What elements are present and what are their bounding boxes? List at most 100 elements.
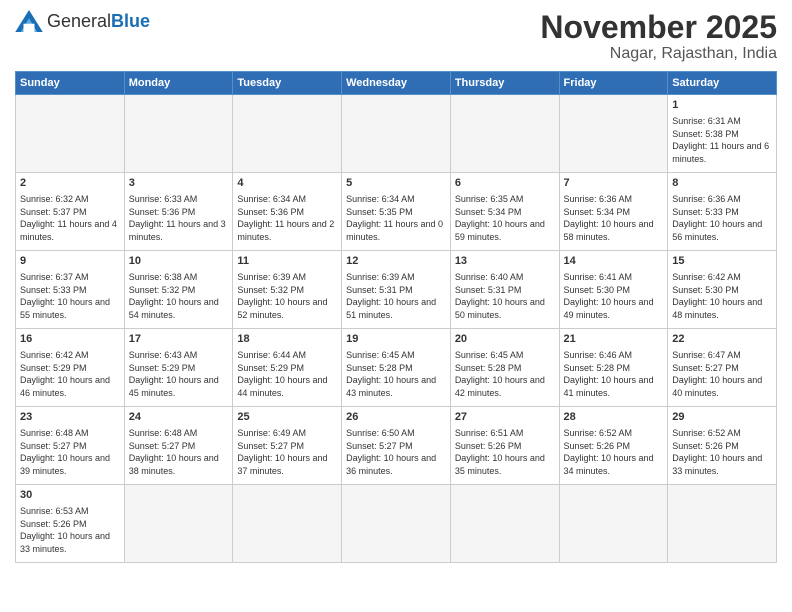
day-cell [450, 485, 559, 563]
day-info: Sunrise: 6:31 AM Sunset: 5:38 PM Dayligh… [672, 115, 772, 165]
day-number: 12 [346, 254, 446, 269]
day-cell: 5 Sunrise: 6:34 AM Sunset: 5:35 PM Daylig… [342, 173, 451, 251]
page: GeneralBlue November 2025 Nagar, Rajasth… [0, 0, 792, 612]
day-number: 9 [20, 254, 120, 269]
day-info: Sunrise: 6:52 AM Sunset: 5:26 PM Dayligh… [564, 427, 664, 477]
week-row-5: 30Sunrise: 6:53 AM Sunset: 5:26 PM Dayli… [16, 485, 777, 563]
day-cell: 7Sunrise: 6:36 AM Sunset: 5:34 PM Daylig… [559, 173, 668, 251]
day-info: Sunrise: 6:46 AM Sunset: 5:28 PM Dayligh… [564, 349, 664, 399]
day-cell: 29 Sunrise: 6:52 AM Sunset: 5:26 PM Dayli… [668, 407, 777, 485]
col-header-friday: Friday [559, 72, 668, 95]
logo-text: GeneralBlue [47, 11, 150, 32]
day-cell [342, 95, 451, 173]
day-info: Sunrise: 6:41 AM Sunset: 5:30 PM Dayligh… [564, 271, 664, 321]
day-cell: 10Sunrise: 6:38 AM Sunset: 5:32 PM Dayli… [124, 251, 233, 329]
day-cell: 4 Sunrise: 6:34 AM Sunset: 5:36 PM Daylig… [233, 173, 342, 251]
day-cell: 30Sunrise: 6:53 AM Sunset: 5:26 PM Dayli… [16, 485, 125, 563]
day-number: 29 [672, 410, 772, 425]
subtitle: Nagar, Rajasthan, India [540, 45, 777, 63]
day-info: Sunrise: 6:35 AM Sunset: 5:34 PM Dayligh… [455, 193, 555, 243]
day-cell: 12 Sunrise: 6:39 AM Sunset: 5:31 PM Dayli… [342, 251, 451, 329]
day-info: Sunrise: 6:44 AM Sunset: 5:29 PM Dayligh… [237, 349, 337, 399]
day-number: 17 [129, 332, 229, 347]
day-cell [124, 485, 233, 563]
day-number: 4 [237, 176, 337, 191]
calendar-table: SundayMondayTuesdayWednesdayThursdayFrid… [15, 71, 777, 563]
day-info: Sunrise: 6:48 AM Sunset: 5:27 PM Dayligh… [20, 427, 120, 477]
day-cell: 14 Sunrise: 6:41 AM Sunset: 5:30 PM Dayli… [559, 251, 668, 329]
day-number: 26 [346, 410, 446, 425]
day-info: Sunrise: 6:36 AM Sunset: 5:34 PM Dayligh… [564, 193, 664, 243]
col-header-sunday: Sunday [16, 72, 125, 95]
day-cell [233, 485, 342, 563]
day-cell: 25Sunrise: 6:49 AM Sunset: 5:27 PM Dayli… [233, 407, 342, 485]
day-number: 21 [564, 332, 664, 347]
day-cell: 19 Sunrise: 6:45 AM Sunset: 5:28 PM Dayli… [342, 329, 451, 407]
day-number: 27 [455, 410, 555, 425]
day-info: Sunrise: 6:48 AM Sunset: 5:27 PM Dayligh… [129, 427, 229, 477]
day-cell: 20Sunrise: 6:45 AM Sunset: 5:28 PM Dayli… [450, 329, 559, 407]
week-row-2: 9 Sunrise: 6:37 AM Sunset: 5:33 PM Daylig… [16, 251, 777, 329]
day-info: Sunrise: 6:53 AM Sunset: 5:26 PM Dayligh… [20, 505, 120, 555]
day-info: Sunrise: 6:45 AM Sunset: 5:28 PM Dayligh… [346, 349, 446, 399]
day-info: Sunrise: 6:34 AM Sunset: 5:36 PM Dayligh… [237, 193, 337, 243]
day-cell: 13Sunrise: 6:40 AM Sunset: 5:31 PM Dayli… [450, 251, 559, 329]
day-cell [16, 95, 125, 173]
day-number: 25 [237, 410, 337, 425]
day-info: Sunrise: 6:37 AM Sunset: 5:33 PM Dayligh… [20, 271, 120, 321]
day-cell [342, 485, 451, 563]
day-cell: 8Sunrise: 6:36 AM Sunset: 5:33 PM Daylig… [668, 173, 777, 251]
day-info: Sunrise: 6:47 AM Sunset: 5:27 PM Dayligh… [672, 349, 772, 399]
logo-area: GeneralBlue [15, 10, 150, 32]
col-header-saturday: Saturday [668, 72, 777, 95]
day-cell: 26Sunrise: 6:50 AM Sunset: 5:27 PM Dayli… [342, 407, 451, 485]
day-number: 14 [564, 254, 664, 269]
day-cell: 21 Sunrise: 6:46 AM Sunset: 5:28 PM Dayli… [559, 329, 668, 407]
day-cell: 2Sunrise: 6:32 AM Sunset: 5:37 PM Daylig… [16, 173, 125, 251]
day-cell: 17 Sunrise: 6:43 AM Sunset: 5:29 PM Dayli… [124, 329, 233, 407]
day-cell [559, 95, 668, 173]
day-number: 11 [237, 254, 337, 269]
day-number: 2 [20, 176, 120, 191]
col-header-monday: Monday [124, 72, 233, 95]
day-cell: 28 Sunrise: 6:52 AM Sunset: 5:26 PM Dayli… [559, 407, 668, 485]
day-number: 16 [20, 332, 120, 347]
day-cell: 6 Sunrise: 6:35 AM Sunset: 5:34 PM Daylig… [450, 173, 559, 251]
day-info: Sunrise: 6:33 AM Sunset: 5:36 PM Dayligh… [129, 193, 229, 243]
day-cell: 22 Sunrise: 6:47 AM Sunset: 5:27 PM Dayli… [668, 329, 777, 407]
day-info: Sunrise: 6:34 AM Sunset: 5:35 PM Dayligh… [346, 193, 446, 243]
header: GeneralBlue November 2025 Nagar, Rajasth… [15, 10, 777, 63]
title-area: November 2025 Nagar, Rajasthan, India [540, 10, 777, 63]
day-number: 8 [672, 176, 772, 191]
week-row-0: 1Sunrise: 6:31 AM Sunset: 5:38 PM Daylig… [16, 95, 777, 173]
day-cell: 9 Sunrise: 6:37 AM Sunset: 5:33 PM Daylig… [16, 251, 125, 329]
day-info: Sunrise: 6:45 AM Sunset: 5:28 PM Dayligh… [455, 349, 555, 399]
day-cell: 18Sunrise: 6:44 AM Sunset: 5:29 PM Dayli… [233, 329, 342, 407]
col-header-wednesday: Wednesday [342, 72, 451, 95]
week-row-4: 23 Sunrise: 6:48 AM Sunset: 5:27 PM Dayli… [16, 407, 777, 485]
day-number: 5 [346, 176, 446, 191]
day-number: 19 [346, 332, 446, 347]
day-info: Sunrise: 6:42 AM Sunset: 5:30 PM Dayligh… [672, 271, 772, 321]
logo: GeneralBlue [15, 10, 150, 32]
day-number: 24 [129, 410, 229, 425]
day-number: 15 [672, 254, 772, 269]
day-info: Sunrise: 6:42 AM Sunset: 5:29 PM Dayligh… [20, 349, 120, 399]
day-number: 10 [129, 254, 229, 269]
day-cell [124, 95, 233, 173]
day-number: 23 [20, 410, 120, 425]
day-number: 13 [455, 254, 555, 269]
day-info: Sunrise: 6:39 AM Sunset: 5:31 PM Dayligh… [346, 271, 446, 321]
day-number: 6 [455, 176, 555, 191]
day-info: Sunrise: 6:43 AM Sunset: 5:29 PM Dayligh… [129, 349, 229, 399]
col-header-tuesday: Tuesday [233, 72, 342, 95]
day-cell: 27Sunrise: 6:51 AM Sunset: 5:26 PM Dayli… [450, 407, 559, 485]
day-number: 28 [564, 410, 664, 425]
day-cell [559, 485, 668, 563]
day-number: 22 [672, 332, 772, 347]
day-info: Sunrise: 6:52 AM Sunset: 5:26 PM Dayligh… [672, 427, 772, 477]
main-title: November 2025 [540, 10, 777, 45]
day-info: Sunrise: 6:39 AM Sunset: 5:32 PM Dayligh… [237, 271, 337, 321]
day-cell [450, 95, 559, 173]
day-cell: 15 Sunrise: 6:42 AM Sunset: 5:30 PM Dayli… [668, 251, 777, 329]
